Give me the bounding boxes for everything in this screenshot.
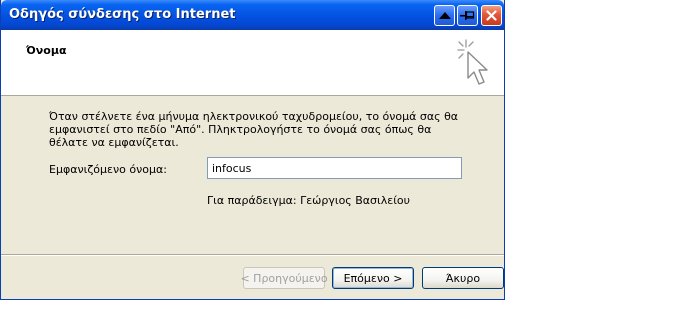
triangle-up-icon [438, 11, 451, 19]
pin-icon [460, 11, 475, 20]
pin-button[interactable] [457, 5, 478, 26]
title-bar[interactable]: Οδηγός σύνδεσης στο Internet [1, 0, 504, 30]
next-button[interactable]: Επόμενο > [332, 267, 414, 289]
page-title: Όνομα [26, 44, 67, 57]
wizard-header: Όνομα [1, 30, 504, 96]
example-text: Για παράδειγμα: Γεώργιος Βασιλείου [207, 194, 411, 207]
close-icon [486, 10, 497, 21]
wizard-window: Οδηγός σύνδεσης στο Internet Όνομα Όταν … [0, 0, 505, 300]
close-button[interactable] [481, 5, 502, 26]
back-button[interactable]: < Προηγούμενο [240, 267, 328, 289]
display-name-input[interactable] [207, 157, 462, 179]
wizard-cursor-icon [457, 39, 488, 85]
cancel-button[interactable]: Άκυρο [422, 267, 504, 289]
window-title: Οδηγός σύνδεσης στο Internet [9, 7, 236, 22]
footer-divider [1, 254, 504, 256]
display-name-label: Εμφανιζόμενο όνομα: [49, 163, 167, 176]
instructions-text: Όταν στέλνετε ένα μήνυμα ηλεκτρονικού τα… [49, 110, 459, 149]
rollup-button[interactable] [434, 5, 455, 26]
